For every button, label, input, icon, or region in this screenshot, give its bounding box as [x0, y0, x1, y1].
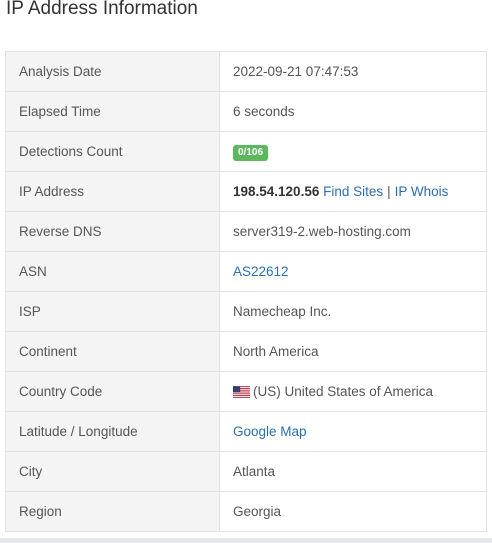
- us-flag-icon: [233, 386, 250, 398]
- table-row: ASN AS22612: [5, 251, 487, 292]
- continent-label: Continent: [5, 331, 220, 372]
- city-value: Atlanta: [219, 451, 487, 492]
- ip-address-label: IP Address: [5, 171, 220, 212]
- asn-cell: AS22612: [219, 251, 487, 292]
- isp-label: ISP: [5, 291, 220, 332]
- link-separator: |: [387, 184, 391, 199]
- elapsed-time-label: Elapsed Time: [5, 91, 220, 132]
- asn-link[interactable]: AS22612: [233, 264, 289, 279]
- asn-label: ASN: [5, 251, 220, 292]
- detections-count-badge: 0/106: [233, 144, 269, 161]
- table-row: Latitude / Longitude Google Map: [5, 411, 487, 452]
- table-row: Country Code (US) United States of Ameri…: [5, 371, 487, 412]
- google-map-link[interactable]: Google Map: [233, 424, 307, 439]
- bottom-edge-strip: [0, 538, 492, 543]
- table-row: Detections Count 0/106: [5, 131, 487, 172]
- detections-count-cell: 0/106: [219, 131, 487, 172]
- ip-address-cell: 198.54.120.56 Find Sites | IP Whois: [219, 171, 487, 212]
- ip-whois-link[interactable]: IP Whois: [395, 184, 449, 199]
- city-label: City: [5, 451, 220, 492]
- table-row: Elapsed Time 6 seconds: [5, 91, 487, 132]
- reverse-dns-value: server319-2.web-hosting.com: [219, 211, 487, 252]
- lat-long-cell: Google Map: [219, 411, 487, 452]
- isp-value: Namecheap Inc.: [219, 291, 487, 332]
- detections-count-label: Detections Count: [5, 131, 220, 172]
- country-code-cell: (US) United States of America: [219, 371, 487, 412]
- find-sites-link[interactable]: Find Sites: [323, 184, 383, 199]
- table-row: Analysis Date 2022-09-21 07:47:53: [5, 51, 487, 92]
- table-row: City Atlanta: [5, 451, 487, 492]
- table-row: Continent North America: [5, 331, 487, 372]
- table-row: Region Georgia: [5, 491, 487, 532]
- lat-long-label: Latitude / Longitude: [5, 411, 220, 452]
- reverse-dns-label: Reverse DNS: [5, 211, 220, 252]
- analysis-date-label: Analysis Date: [5, 51, 220, 92]
- analysis-date-value: 2022-09-21 07:47:53: [219, 51, 487, 92]
- ip-address-value: 198.54.120.56: [233, 184, 320, 199]
- elapsed-time-value: 6 seconds: [219, 91, 487, 132]
- country-code-value: (US) United States of America: [253, 384, 434, 399]
- region-label: Region: [5, 491, 220, 532]
- table-row: IP Address 198.54.120.56 Find Sites | IP W…: [5, 171, 487, 212]
- page-title: IP Address Information: [6, 0, 198, 19]
- ip-info-table: Analysis Date 2022-09-21 07:47:53 Elapse…: [5, 51, 487, 532]
- continent-value: North America: [219, 331, 487, 372]
- table-row: Reverse DNS server319-2.web-hosting.com: [5, 211, 487, 252]
- region-value: Georgia: [219, 491, 487, 532]
- table-row: ISP Namecheap Inc.: [5, 291, 487, 332]
- country-code-label: Country Code: [5, 371, 220, 412]
